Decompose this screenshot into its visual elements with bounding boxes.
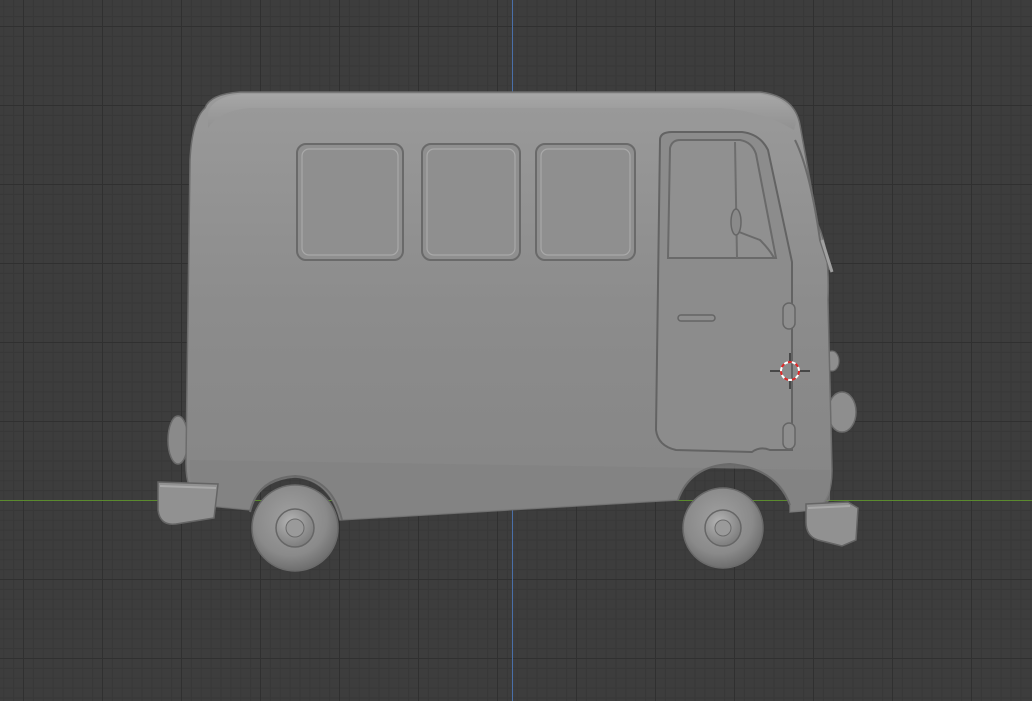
side-windows bbox=[296, 143, 636, 261]
door-hinge-top bbox=[782, 302, 796, 330]
door-handle bbox=[677, 314, 716, 322]
door-hinge-bottom bbox=[782, 422, 796, 450]
rear-wheel bbox=[251, 484, 339, 572]
van-mesh-icon[interactable] bbox=[0, 0, 1032, 701]
rear-light bbox=[167, 415, 189, 465]
3d-cursor-icon[interactable] bbox=[770, 351, 810, 391]
3d-viewport[interactable] bbox=[0, 0, 1032, 701]
front-wheel bbox=[682, 487, 764, 569]
front-headlight bbox=[827, 391, 857, 433]
